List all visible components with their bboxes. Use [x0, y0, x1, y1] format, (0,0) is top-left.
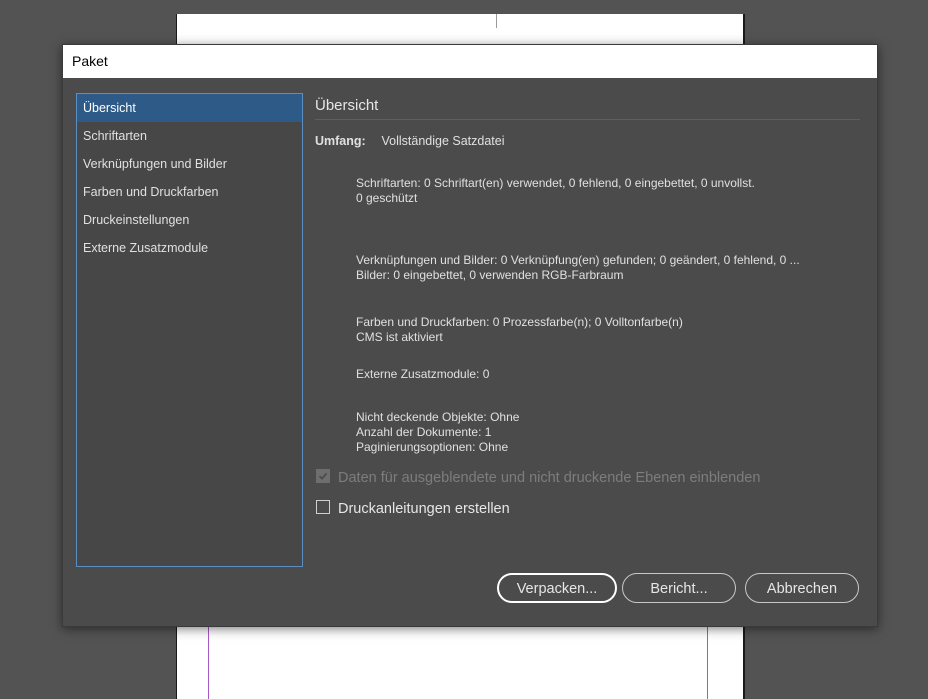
sidebar-item-plugins[interactable]: Externe Zusatzmodule: [77, 234, 302, 262]
sidebar-item-fonts[interactable]: Schriftarten: [77, 122, 302, 150]
content-panel: Übersicht Umfang: Vollständige Satzdatei…: [315, 93, 860, 517]
misc-summary-line: Paginierungsoptionen: Ohne: [356, 440, 509, 454]
report-button[interactable]: Bericht...: [622, 573, 736, 603]
hidden-layers-checkbox: [316, 469, 330, 483]
sidebar-item-print-settings[interactable]: Druckeinstellungen: [77, 206, 302, 234]
plugins-summary-line: Externe Zusatzmodule: 0: [356, 367, 490, 381]
checkmark-icon: [318, 472, 328, 480]
fonts-summary: Schriftarten: 0 Schriftart(en) verwendet…: [356, 176, 755, 206]
scope-row: Umfang: Vollständige Satzdatei: [315, 134, 860, 152]
scope-value: Vollständige Satzdatei: [381, 134, 505, 148]
hidden-layers-option: Daten für ausgeblendete und nicht drucke…: [316, 468, 760, 488]
scope-label: Umfang:: [315, 134, 366, 148]
pack-button[interactable]: Verpacken...: [497, 573, 617, 603]
package-dialog: Paket Übersicht Schriftarten Verknüpfung…: [62, 44, 878, 627]
sidebar: Übersicht Schriftarten Verknüpfungen und…: [76, 93, 303, 567]
fonts-summary-line: Schriftarten: 0 Schriftart(en) verwendet…: [356, 176, 755, 190]
fonts-summary-line: 0 geschützt: [356, 191, 418, 205]
colors-summary-line: Farben und Druckfarben: 0 Prozessfarbe(n…: [356, 315, 683, 329]
misc-summary: Nicht deckende Objekte: Ohne Anzahl der …: [356, 410, 519, 455]
cancel-button[interactable]: Abbrechen: [745, 573, 859, 603]
dialog-title: Paket: [63, 45, 877, 78]
instructions-checkbox[interactable]: [316, 500, 330, 514]
colors-summary-line: CMS ist aktiviert: [356, 330, 443, 344]
sidebar-item-overview[interactable]: Übersicht: [77, 94, 302, 122]
page-divider: [496, 14, 497, 28]
instructions-label[interactable]: Druckanleitungen erstellen: [338, 501, 510, 517]
colors-summary: Farben und Druckfarben: 0 Prozessfarbe(n…: [356, 315, 683, 345]
misc-summary-line: Nicht deckende Objekte: Ohne: [356, 410, 520, 424]
misc-summary-line: Anzahl der Dokumente: 1: [356, 425, 492, 439]
links-summary: Verknüpfungen und Bilder: 0 Verknüpfung(…: [356, 253, 800, 283]
page-title: Übersicht: [315, 93, 860, 120]
hidden-layers-label: Daten für ausgeblendete und nicht drucke…: [338, 470, 761, 486]
sidebar-item-colors-inks[interactable]: Farben und Druckfarben: [77, 178, 302, 206]
instructions-option[interactable]: Druckanleitungen erstellen: [316, 499, 510, 519]
plugins-summary: Externe Zusatzmodule: 0: [356, 367, 489, 382]
links-summary-line: Verknüpfungen und Bilder: 0 Verknüpfung(…: [356, 253, 800, 267]
links-summary-line: Bilder: 0 eingebettet, 0 verwenden RGB-F…: [356, 268, 624, 282]
sidebar-item-links-images[interactable]: Verknüpfungen und Bilder: [77, 150, 302, 178]
